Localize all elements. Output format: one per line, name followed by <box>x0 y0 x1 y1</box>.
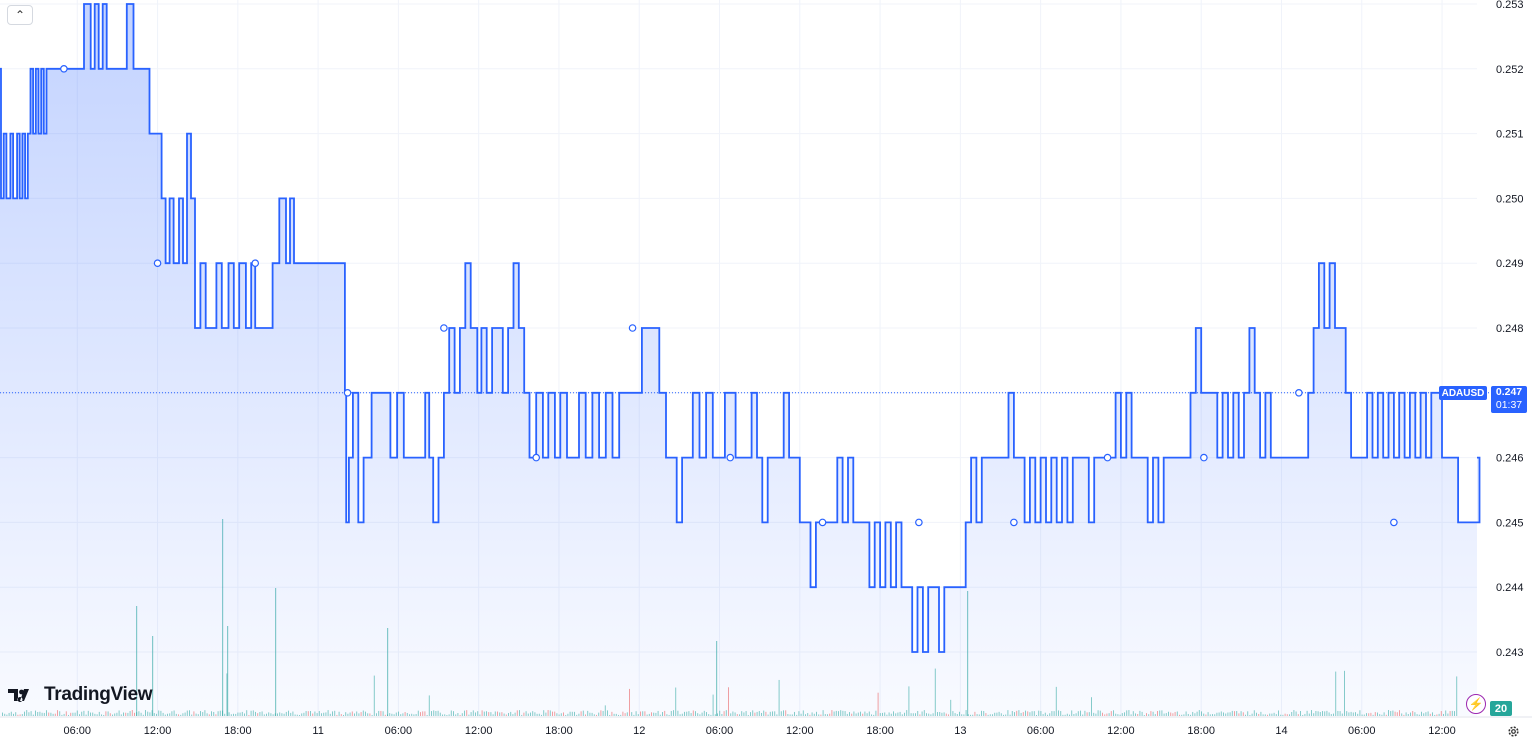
y-tick-label: 0.248 <box>1496 323 1524 335</box>
x-tick-label: 18:00 <box>224 725 252 737</box>
x-tick-label: 06:00 <box>1027 725 1055 737</box>
chevron-up-icon: ⌃ <box>14 8 26 22</box>
y-tick-label: 0.249 <box>1496 258 1524 270</box>
price-area-fill <box>0 4 1480 716</box>
tradingview-logo-icon <box>8 689 29 702</box>
data-point-marker <box>1010 518 1018 527</box>
x-tick-label: 06:00 <box>706 725 734 737</box>
lightning-icon[interactable]: ⚡ <box>1466 694 1486 714</box>
y-tick-label: 0.245 <box>1496 517 1524 529</box>
x-tick-label: 13 <box>954 725 966 737</box>
data-point-marker <box>1390 518 1398 527</box>
price-chart[interactable]: 0.253 0.252 0.251 0.250 0.249 0.248 0.247 0.246… <box>0 0 1532 748</box>
symbol-label: ADAUSD <box>1439 386 1487 400</box>
data-point-marker <box>818 518 827 527</box>
data-point-marker <box>1103 453 1112 462</box>
x-tick-label: 18:00 <box>545 725 573 737</box>
x-tick-label: 11 <box>312 725 323 737</box>
data-point-marker <box>60 65 68 73</box>
data-point-marker <box>532 453 541 462</box>
gear-icon[interactable] <box>1506 724 1520 738</box>
x-tick-label: 18:00 <box>1187 725 1215 737</box>
tradingview-logo: TradingView <box>8 684 153 706</box>
x-tick-label: 06:00 <box>385 725 413 737</box>
volume-badge: 20 <box>1490 701 1512 716</box>
last-price-label: 0.247 01:37 <box>1491 386 1527 413</box>
x-tick-label: 12:00 <box>144 725 172 737</box>
x-tick-label: 06:00 <box>1348 725 1376 737</box>
last-price-value: 0.247 <box>1495 386 1523 398</box>
y-tick-label: 0.250 <box>1496 193 1524 205</box>
y-tick-label: 0.244 <box>1496 582 1524 594</box>
x-tick-label: 18:00 <box>866 725 894 737</box>
data-point-marker <box>251 259 260 268</box>
data-point-marker <box>153 259 162 268</box>
x-tick-label: 12 <box>633 725 645 737</box>
data-point-marker <box>1295 388 1303 397</box>
x-tick-label: 14 <box>1275 725 1287 737</box>
data-point-marker <box>440 324 448 332</box>
collapse-button[interactable]: ⌃ <box>7 5 33 25</box>
data-point-marker <box>343 388 352 397</box>
y-tick-label: 0.251 <box>1496 129 1524 141</box>
data-point-marker <box>628 324 637 332</box>
data-point-marker <box>1200 453 1208 462</box>
y-tick-label: 0.246 <box>1496 453 1524 465</box>
x-tick-label: 12:00 <box>786 725 814 737</box>
x-tick-label: 12:00 <box>1428 725 1456 737</box>
data-point-marker <box>726 453 735 462</box>
x-tick-label: 12:00 <box>465 725 493 737</box>
y-tick-label: 0.243 <box>1496 647 1524 659</box>
countdown-value: 01:37 <box>1495 399 1523 411</box>
x-tick-label: 06:00 <box>64 725 92 737</box>
brand-name: TradingView <box>44 684 153 705</box>
y-tick-label: 0.253 <box>1496 0 1524 11</box>
data-point-marker <box>915 518 923 527</box>
y-tick-label: 0.252 <box>1496 64 1524 76</box>
x-tick-label: 12:00 <box>1107 725 1135 737</box>
